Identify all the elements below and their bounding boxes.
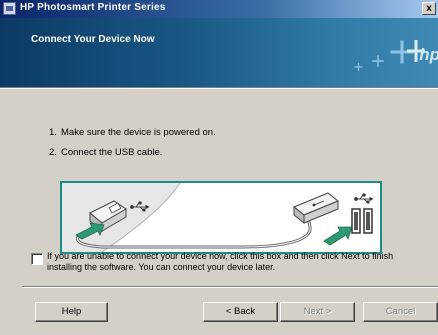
- next-button[interactable]: Next >: [280, 302, 355, 322]
- title-bar: HP Photosmart Printer Series x: [0, 0, 438, 18]
- usb-cable-drawing: [62, 183, 374, 252]
- usb-a-plug: [293, 192, 339, 225]
- back-button[interactable]: < Back: [203, 302, 278, 322]
- close-button[interactable]: x: [422, 2, 436, 15]
- step-text: Make sure the device is powered on.: [61, 127, 216, 138]
- page-title: Connect Your Device Now: [31, 34, 155, 45]
- step-number: 2.: [49, 147, 57, 158]
- window-title: HP Photosmart Printer Series: [20, 2, 166, 13]
- arrow-icon: [323, 226, 353, 246]
- hp-logo: hp: [419, 45, 438, 64]
- usb-connection-illustration: [60, 181, 382, 254]
- step-text: Connect the USB cable.: [61, 147, 163, 158]
- usb-ports: [351, 208, 373, 234]
- usb-icon: [354, 193, 374, 204]
- step-number: 1.: [49, 127, 57, 138]
- connect-later-checkbox[interactable]: [31, 253, 43, 265]
- step-2: 2. Connect the USB cable.: [49, 147, 162, 158]
- button-divider: [22, 286, 438, 288]
- help-button[interactable]: Help: [35, 302, 108, 322]
- step-1: 1. Make sure the device is powered on.: [49, 127, 216, 138]
- header-divider: [0, 87, 438, 89]
- header-banner: Connect Your Device Now hp: [0, 18, 438, 87]
- app-icon: [3, 2, 16, 15]
- connect-later-label: If you are unable to connect your device…: [47, 251, 394, 272]
- cancel-button[interactable]: Cancel: [363, 302, 438, 322]
